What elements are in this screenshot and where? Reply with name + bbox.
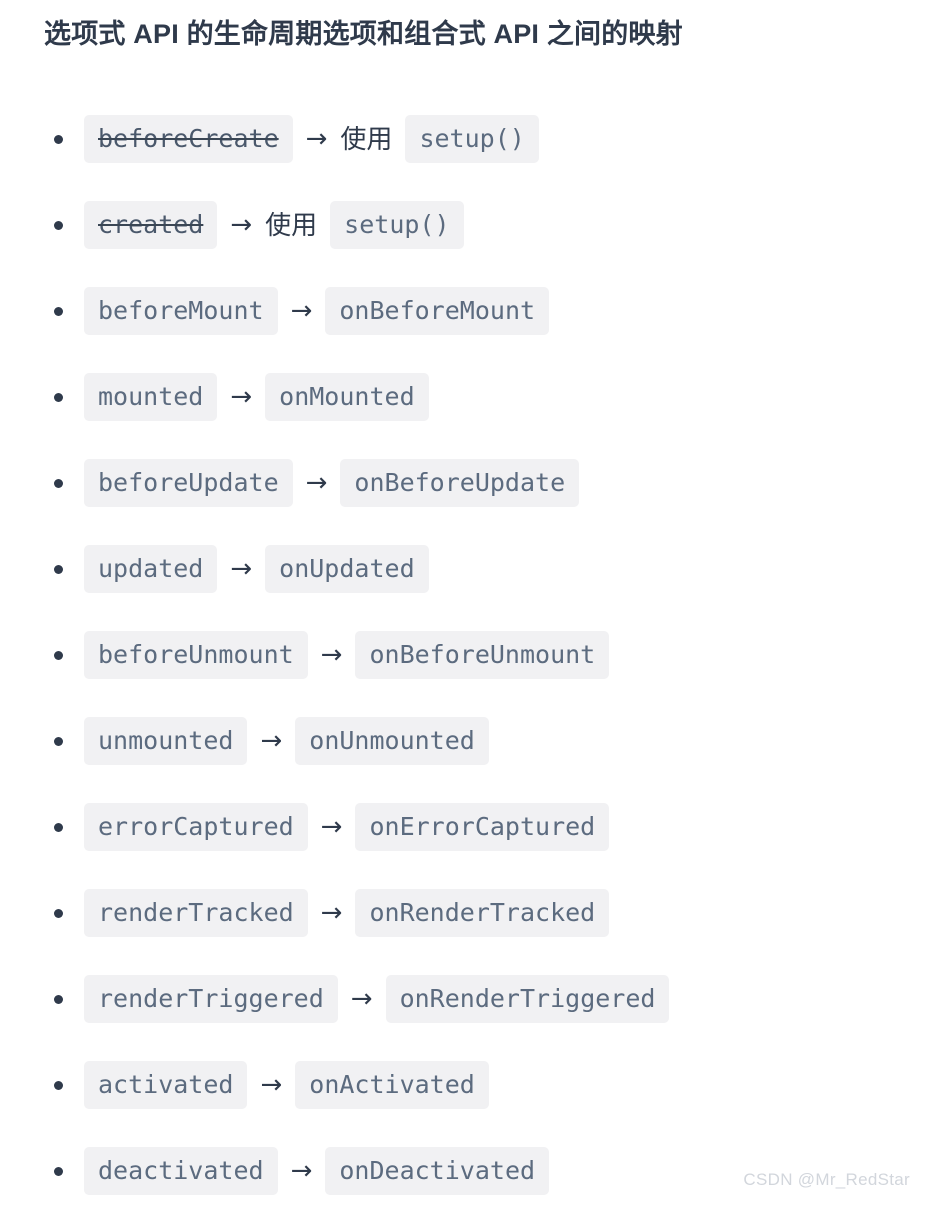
- arrow-right-icon: →: [320, 898, 343, 928]
- composition-api-hook-chip: onRenderTracked: [355, 889, 610, 937]
- bullet-icon: [54, 651, 63, 660]
- list-item: mounted → onMounted: [0, 354, 932, 440]
- list-item: renderTracked → onRenderTracked: [0, 870, 932, 956]
- options-api-hook-chip: renderTriggered: [84, 975, 338, 1023]
- list-item: unmounted → onUnmounted: [0, 698, 932, 784]
- list-item: beforeMount → onBeforeMount: [0, 268, 932, 354]
- options-api-hook-chip: updated: [84, 545, 218, 593]
- bullet-icon: [54, 1167, 63, 1176]
- options-api-hook-chip: beforeUpdate: [84, 459, 293, 507]
- arrow-right-icon: →: [260, 1070, 283, 1100]
- arrow-right-icon: →: [260, 726, 283, 756]
- list-item: created → 使用 setup(): [0, 182, 932, 268]
- bullet-icon: [54, 995, 63, 1004]
- options-api-hook-chip: renderTracked: [84, 889, 308, 937]
- composition-api-hook-chip: onUpdated: [265, 545, 429, 593]
- composition-api-hook-chip: onErrorCaptured: [355, 803, 610, 851]
- list-item: beforeUnmount → onBeforeUnmount: [0, 612, 932, 698]
- list-item: beforeUpdate → onBeforeUpdate: [0, 440, 932, 526]
- bullet-icon: [54, 307, 63, 316]
- list-item: updated → onUpdated: [0, 526, 932, 612]
- bullet-icon: [54, 565, 63, 574]
- arrow-right-icon: →: [290, 1156, 313, 1186]
- arrow-right-icon: →: [305, 468, 328, 498]
- bullet-icon: [54, 1081, 63, 1090]
- lifecycle-mapping-list: beforeCreate → 使用 setup() created → 使用 setup() b…: [0, 96, 932, 1214]
- arrow-right-icon: →: [305, 124, 328, 154]
- composition-api-hook-chip: onBeforeMount: [325, 287, 550, 335]
- composition-api-hook-chip: setup(): [405, 115, 539, 163]
- composition-api-hook-chip: onUnmounted: [295, 717, 489, 765]
- options-api-hook-chip: deactivated: [84, 1147, 278, 1195]
- options-api-hook-chip: activated: [84, 1061, 248, 1109]
- list-item: beforeCreate → 使用 setup(): [0, 96, 932, 182]
- arrow-right-icon: →: [290, 296, 313, 326]
- bullet-icon: [54, 737, 63, 746]
- composition-api-hook-chip: onRenderTriggered: [385, 975, 670, 1023]
- csdn-watermark: CSDN @Mr_RedStar: [743, 1170, 910, 1189]
- bullet-icon: [54, 135, 63, 144]
- composition-api-hook-chip: onActivated: [295, 1061, 489, 1109]
- bullet-icon: [54, 221, 63, 230]
- options-api-hook-chip: beforeMount: [84, 287, 278, 335]
- arrow-right-icon: →: [320, 640, 343, 670]
- bullet-icon: [54, 823, 63, 832]
- arrow-right-icon: →: [320, 812, 343, 842]
- options-api-hook-chip: unmounted: [84, 717, 248, 765]
- composition-api-hook-chip: onBeforeUnmount: [355, 631, 610, 679]
- mapping-note-text: 使用: [340, 124, 393, 154]
- bullet-icon: [54, 909, 63, 918]
- bullet-icon: [54, 479, 63, 488]
- options-api-hook-chip: beforeUnmount: [84, 631, 308, 679]
- composition-api-hook-chip: setup(): [330, 201, 464, 249]
- composition-api-hook-chip: onMounted: [265, 373, 429, 421]
- arrow-right-icon: →: [230, 210, 253, 240]
- options-api-hook-chip: mounted: [84, 373, 218, 421]
- arrow-right-icon: →: [230, 554, 253, 584]
- composition-api-hook-chip: onDeactivated: [325, 1147, 550, 1195]
- list-item: renderTriggered → onRenderTriggered: [0, 956, 932, 1042]
- page-title: 选项式 API 的生命周期选项和组合式 API 之间的映射: [44, 19, 683, 49]
- list-item: errorCaptured → onErrorCaptured: [0, 784, 932, 870]
- options-api-hook-chip: created: [84, 201, 218, 249]
- arrow-right-icon: →: [350, 984, 373, 1014]
- list-item: activated → onActivated: [0, 1042, 932, 1128]
- arrow-right-icon: →: [230, 382, 253, 412]
- options-api-hook-chip: beforeCreate: [84, 115, 293, 163]
- document-page: 选项式 API 的生命周期选项和组合式 API 之间的映射 beforeCrea…: [0, 0, 932, 1200]
- bullet-icon: [54, 393, 63, 402]
- options-api-hook-chip: errorCaptured: [84, 803, 308, 851]
- composition-api-hook-chip: onBeforeUpdate: [340, 459, 580, 507]
- mapping-note-text: 使用: [265, 210, 318, 240]
